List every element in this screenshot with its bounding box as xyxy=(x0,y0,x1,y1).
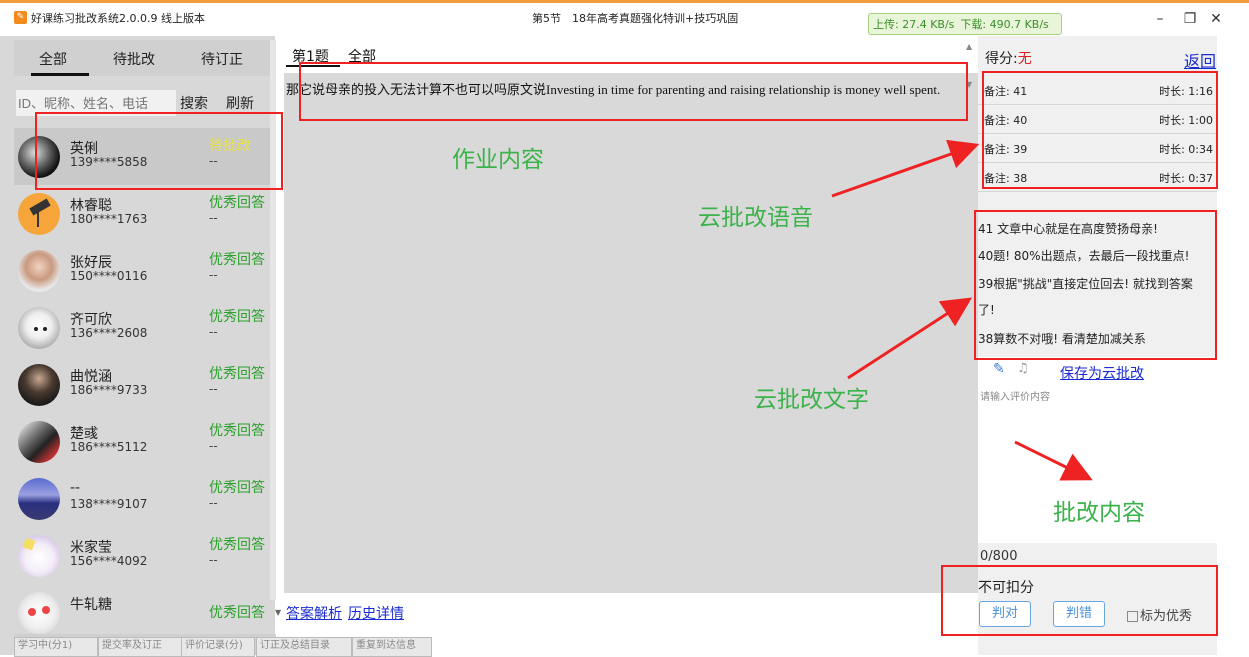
arrow-text xyxy=(847,297,973,380)
annotation-arrows xyxy=(831,139,1093,481)
annotation-grading: 批改内容 xyxy=(1053,500,1145,526)
arrow-voice xyxy=(831,139,980,198)
annotation-homework: 作业内容 xyxy=(452,147,544,173)
annotation-voice: 云批改语音 xyxy=(698,205,813,231)
annotation-text: 云批改文字 xyxy=(754,387,869,413)
arrow-grading xyxy=(1014,440,1093,481)
